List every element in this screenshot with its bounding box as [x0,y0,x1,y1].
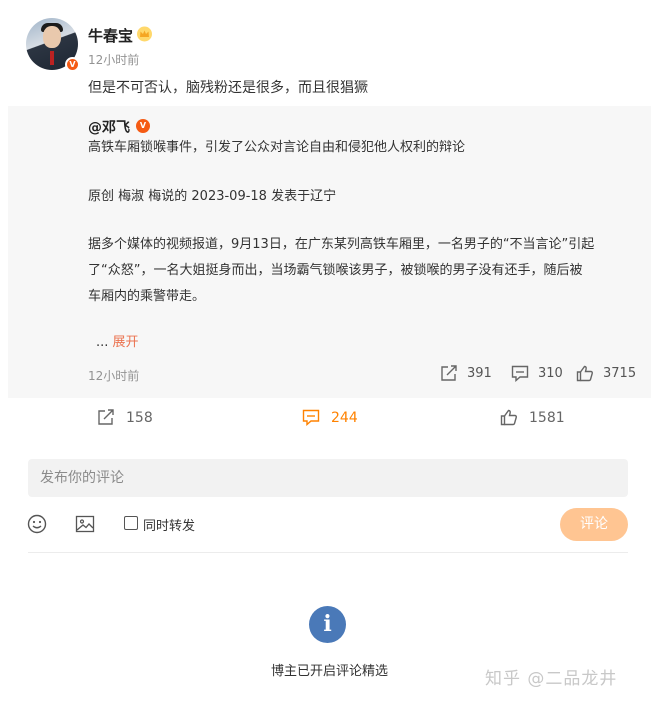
like-count: 1581 [529,409,565,426]
info-icon: i [309,606,346,643]
comment-icon [302,409,320,426]
watermark: 知乎 @二品龙井 [485,669,618,689]
quoted-share-button[interactable]: 391 [440,365,492,382]
weibo-post-card: V 牛春宝 12小时前 但是不可否认，脑残粉还是很多，而且很猖獗 @邓飞 V 高… [8,0,651,703]
comment-button[interactable]: 244 [302,409,358,426]
post-time[interactable]: 12小时前 [88,51,139,68]
quoted-author[interactable]: @邓飞 [88,117,130,137]
divider [28,552,628,553]
quoted-time[interactable]: 12小时前 [88,367,139,384]
like-button[interactable]: 1581 [500,409,565,426]
comment-input[interactable] [28,459,628,497]
avatar-tie [50,51,54,65]
quoted-comment-button[interactable]: 310 [511,365,563,382]
quoted-body-line: 了“众怒”，一名大姐挺身而出，当场霸气锁喉该男子，被锁喉的男子没有还手，随后被 [88,263,583,278]
ellipsis: ... [96,335,109,350]
verified-badge-icon: V [136,119,150,133]
submit-comment-button[interactable]: 评论 [560,508,628,541]
avatar-face [43,26,61,48]
quoted-title-line: 高铁车厢锁喉事件，引发了公众对言论自由和侵犯他人权利的辩论 [88,140,466,155]
image-icon[interactable] [75,514,95,534]
also-repost-checkbox[interactable] [124,516,138,530]
post-text: 但是不可否认，脑残粉还是很多，而且很猖獗 [88,80,368,96]
quoted-body-line: 据多个媒体的视频报道，9月13日，在广东某列高铁车厢里，一名男子的“不当言论”引… [88,237,595,252]
comment-count: 244 [331,409,358,426]
crown-icon [137,26,152,42]
author-name[interactable]: 牛春宝 [88,25,133,46]
comment-icon [511,365,529,382]
thumbs-up-icon [576,365,593,382]
share-icon [98,409,114,425]
share-icon [441,365,457,381]
quoted-comment-count: 310 [538,366,563,381]
quoted-share-count: 391 [467,366,492,381]
share-count: 158 [126,409,153,426]
emoji-icon[interactable] [27,514,47,534]
share-button[interactable]: 158 [97,409,153,426]
also-repost-label[interactable]: 同时转发 [143,515,195,534]
quoted-source-line: 原创 梅淑 梅说的 2023-09-18 发表于辽宁 [88,189,337,204]
expand-label[interactable]: 展开 [113,335,139,350]
quoted-post[interactable]: @邓飞 V 高铁车厢锁喉事件，引发了公众对言论自由和侵犯他人权利的辩论 原创 梅… [8,106,651,398]
quoted-like-count: 3715 [603,366,637,381]
quoted-like-button[interactable]: 3715 [576,365,636,382]
quoted-body-line: 车厢内的乘警带走。 [88,289,206,304]
expand-link[interactable]: ... 展开 [96,331,139,350]
thumbs-up-icon [500,409,517,426]
verified-badge-icon: V [65,57,80,72]
